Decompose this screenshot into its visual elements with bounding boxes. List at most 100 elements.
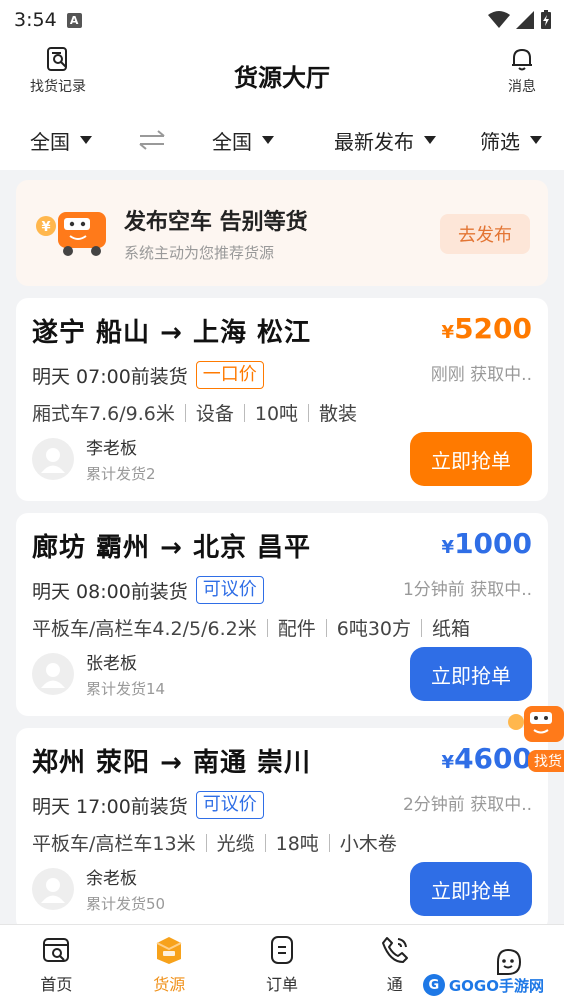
tab-contacts-label: 通 [386,974,403,994]
search-history-label: 找货记录 [30,79,86,95]
tab-home-label: 首页 [40,974,73,994]
sort-filter[interactable]: 最新发布 [334,126,436,155]
signal-icon [516,11,534,29]
tab-home[interactable]: 首页 [0,925,113,1004]
price: ¥5200 [442,312,532,345]
divider [328,833,330,852]
spec-goods: 光缆 [216,833,255,855]
shipper-name: 余老板 [86,869,137,889]
currency-symbol: ¥ [441,537,455,558]
sort-label: 最新发布 [334,129,414,154]
shipper-text: 张老板 累计发货14 [86,649,165,699]
profile-icon [496,948,521,975]
grab-order-button[interactable]: 立即抢单 [410,862,532,916]
spec-packing: 散装 [319,403,358,425]
price-tag: 一口价 [195,361,264,389]
post-status: 2分钟前 获取中.. [402,795,532,815]
cargo-list: ¥ 发布空车 告别等货 系统主动为您推荐货源 去发布 遂宁 船山 → 上海 松江… [0,170,564,931]
cargo-specs: 平板车/高栏车4.2/5/6.2米 配件 6吨30方 纸箱 [32,614,532,641]
spec-packing: 小木卷 [339,833,397,855]
shipper-name: 张老板 [86,654,137,674]
publish-button[interactable]: 去发布 [440,214,530,254]
messages-button[interactable]: 消息 [508,46,536,96]
avatar [32,868,74,910]
from-region-filter[interactable]: 全国 [30,126,92,155]
find-cargo-label: 找货 [528,750,564,772]
home-icon [43,937,70,962]
divider [421,618,423,637]
spec-goods: 配件 [277,618,316,640]
shipment-count: 累计发货50 [86,895,166,913]
currency-symbol: ¥ [441,752,455,773]
watermark-logo: G [422,974,445,996]
wifi-icon [488,11,510,28]
divider [266,618,268,637]
banner-text: 发布空车 告别等货 系统主动为您推荐货源 [124,204,308,263]
tab-cargo-label: 货源 [153,974,186,994]
truck-mascot-icon: ¥ [36,212,106,256]
spec-goods: 设备 [195,403,234,425]
to-region-label: 全国 [212,129,252,154]
screen-filter[interactable]: 筛选 [480,126,542,155]
status-icons [488,10,552,30]
cargo-icon [156,936,182,964]
load-time: 明天 07:00前装货 [32,365,188,388]
default-avatar-icon [41,878,65,903]
status-time: 3:54 [14,9,57,31]
shipper-info: 李老板 累计发货2 [32,434,156,484]
spec-weight: 10吨 [254,403,299,425]
price-tag: 可议价 [195,791,264,819]
cargo-card[interactable]: 郑州 荥阳 → 南通 崇川 ¥4600 明天 17:00前装货 可议价 2分钟前… [16,728,548,931]
caret-down-icon [262,136,274,144]
spec-weight: 6吨30方 [336,618,412,640]
tab-orders[interactable]: 订单 [226,925,339,1004]
default-avatar-icon [41,663,65,688]
divider [308,403,310,422]
banner-subtitle: 系统主动为您推荐货源 [124,243,275,262]
watermark: G GOGO手游网 [422,974,544,996]
spec-vehicle: 厢式车7.6/9.6米 [32,403,175,425]
shipment-count: 累计发货14 [86,680,166,698]
screen-filter-label: 筛选 [480,129,520,154]
cargo-card[interactable]: 廊坊 霸州 → 北京 昌平 ¥1000 明天 08:00前装货 可议价 1分钟前… [16,513,548,716]
shipper-text: 余老板 累计发货50 [86,864,165,914]
cargo-card[interactable]: 遂宁 船山 → 上海 松江 ¥5200 明天 07:00前装货 一口价 刚刚 获… [16,298,548,501]
bell-icon [512,49,532,71]
filter-bar: 全国 全国 最新发布 筛选 [0,110,564,170]
cargo-specs: 厢式车7.6/9.6米 设备 10吨 散装 [32,399,532,426]
price-value: 1000 [454,527,532,560]
grab-order-button[interactable]: 立即抢单 [410,647,532,701]
shipper-name: 李老板 [86,439,137,459]
load-time: 明天 08:00前装货 [32,580,188,603]
price-value: 5200 [454,312,532,345]
post-status: 1分钟前 获取中.. [402,580,532,600]
caret-down-icon [530,136,542,144]
find-cargo-float-button[interactable]: 找货 [506,694,564,780]
to-region-filter[interactable]: 全国 [212,126,274,155]
shipper-text: 李老板 累计发货2 [86,434,156,484]
load-time: 明天 17:00前装货 [32,795,188,818]
svg-text:¥: ¥ [41,220,50,235]
avatar [32,653,74,695]
spec-packing: 纸箱 [432,618,471,640]
swap-icon[interactable] [138,129,166,151]
grab-order-button[interactable]: 立即抢单 [410,432,532,486]
caret-down-icon [80,136,92,144]
price-tag: 可议价 [195,576,264,604]
tab-cargo[interactable]: 货源 [113,925,226,1004]
publish-empty-truck-banner[interactable]: ¥ 发布空车 告别等货 系统主动为您推荐货源 去发布 [16,180,548,286]
spec-vehicle: 平板车/高栏车13米 [32,833,196,855]
shipment-count: 累计发货2 [86,465,156,483]
from-region-label: 全国 [30,129,70,154]
divider [184,403,186,422]
price: ¥1000 [442,527,532,560]
truck-mascot-icon [508,706,564,742]
notification-icon: A [66,12,82,28]
tab-orders-label: 订单 [265,974,298,994]
messages-label: 消息 [508,79,536,95]
status-bar: 3:54 A [0,0,564,40]
divider [243,403,245,422]
search-history-button[interactable]: 找货记录 [30,46,86,96]
order-icon [270,935,293,964]
post-status: 刚刚 获取中.. [430,365,532,385]
